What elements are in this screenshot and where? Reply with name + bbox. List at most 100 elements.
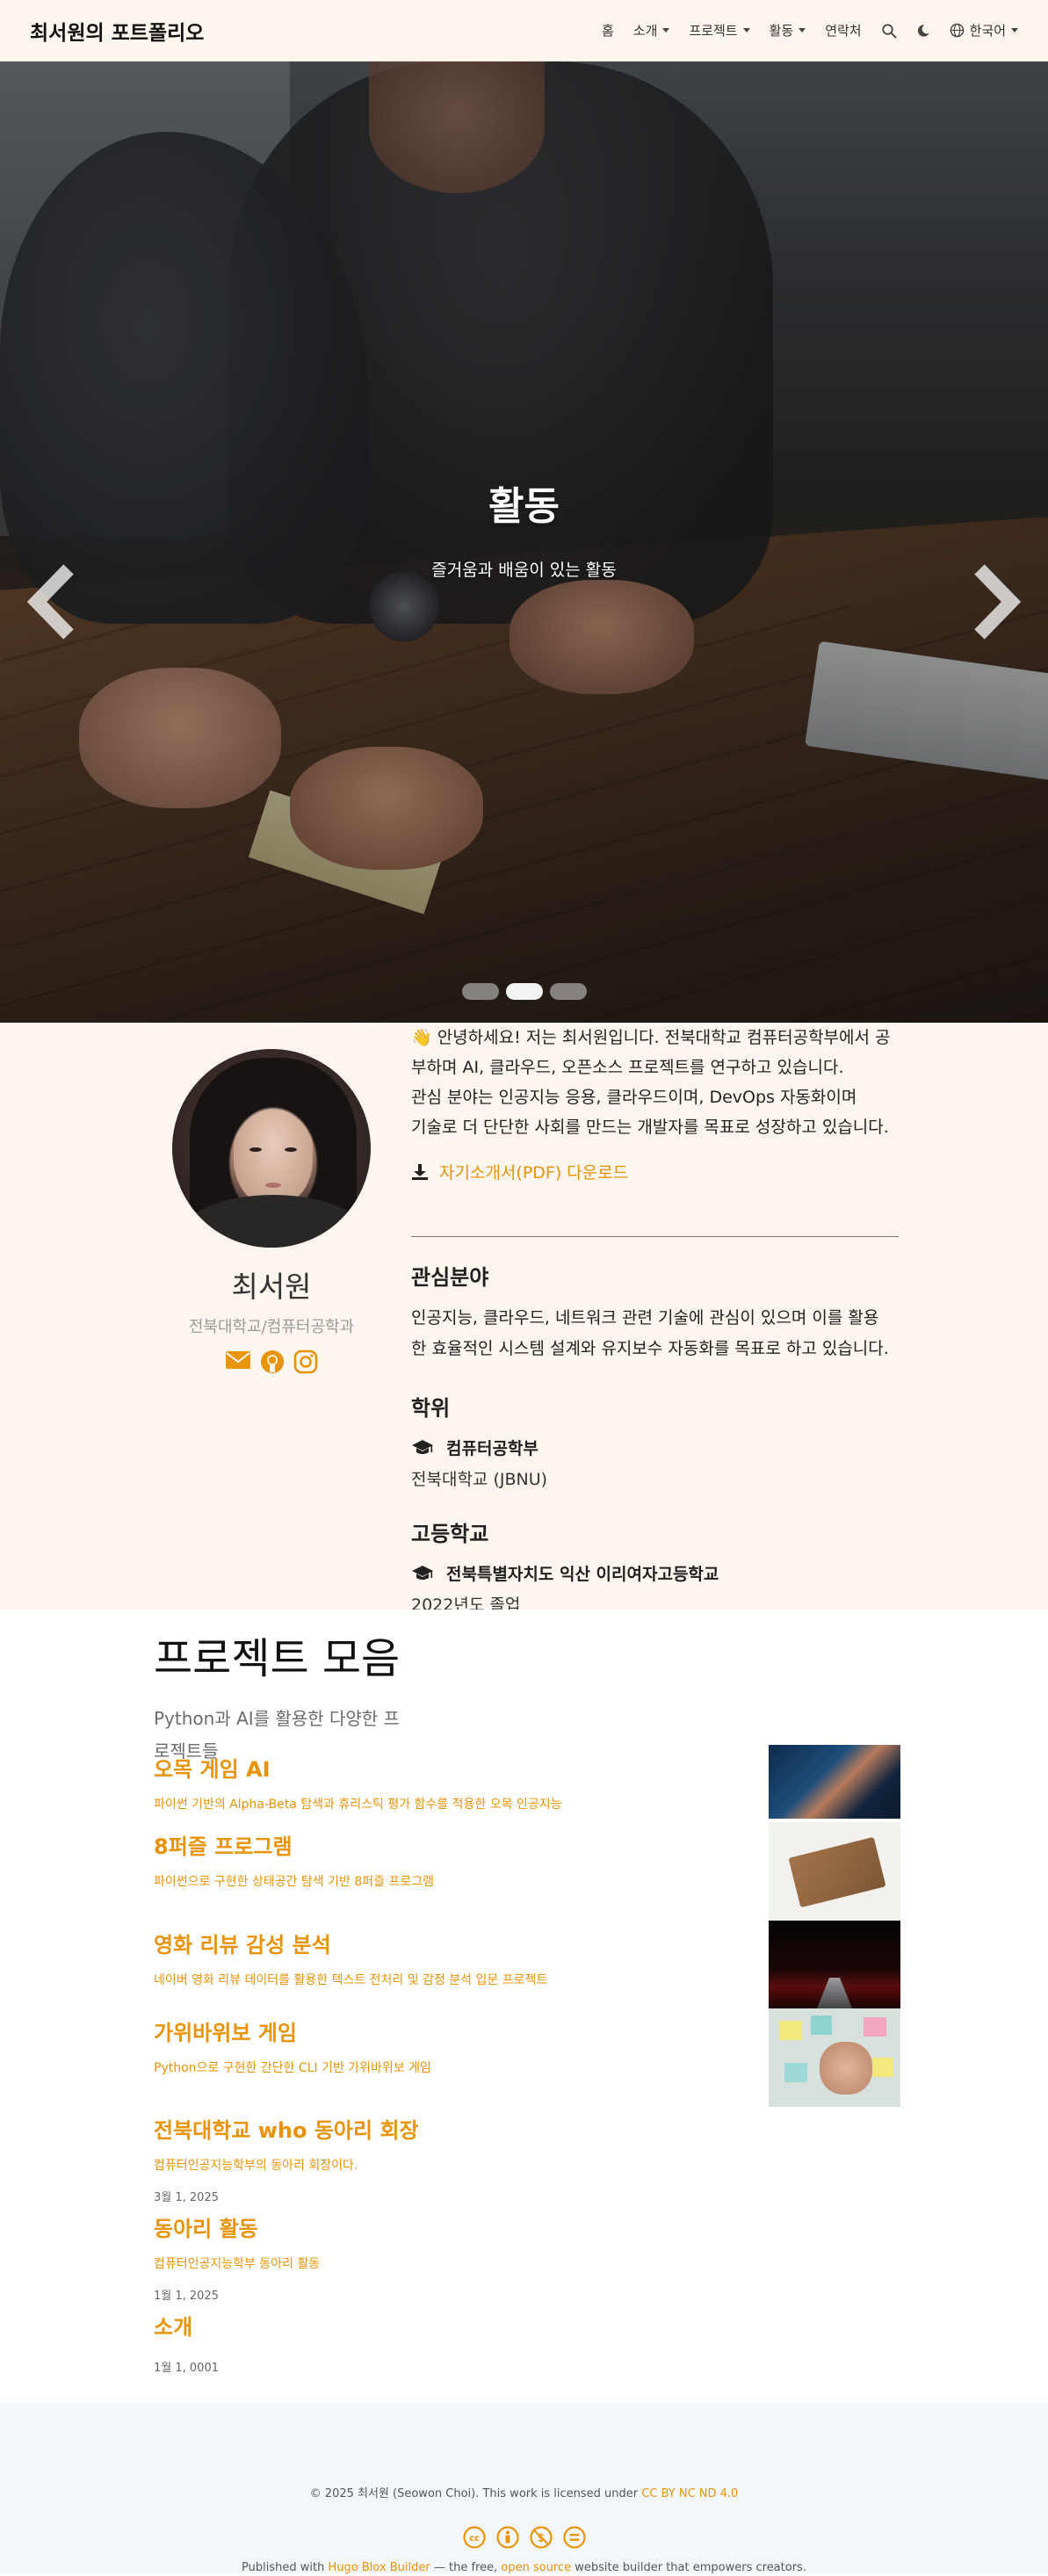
project-title-link[interactable]: 영화 리뷰 감성 분석 xyxy=(154,1933,331,1957)
nav-item-label: 홈 xyxy=(601,23,614,39)
avatar xyxy=(172,1049,371,1248)
builder-link[interactable]: Hugo Blox Builder xyxy=(328,2561,430,2574)
project-title-link[interactable]: 8퍼즐 프로그램 xyxy=(154,1834,293,1859)
carousel-indicator-3[interactable] xyxy=(549,983,587,1000)
powered-mid: — the free, xyxy=(433,2561,498,2574)
instagram-icon[interactable] xyxy=(293,1350,318,1374)
moon-icon[interactable] xyxy=(916,24,930,38)
nav-item-home[interactable]: 홈 xyxy=(602,21,614,40)
bio: 👋 안녕하세요! 저는 최서원입니다. 전북대학교 컴퓨터공학부에서 공 부하며… xyxy=(411,1023,899,1142)
highschool-item: 전북특별자치도 익산 이리여자고등학교 2022년도 졸업 xyxy=(411,1561,899,1616)
post-summary: 컴퓨터인공지능학부 동아리 활동 xyxy=(154,2257,321,2271)
nd-icon[interactable] xyxy=(562,2526,586,2552)
bio-line: 부하며 AI, 클라우드, 오픈소스 프로젝트를 연구하고 있습니다. xyxy=(411,1058,844,1077)
post-title-link[interactable]: 소개 xyxy=(154,2315,192,2340)
search-icon[interactable] xyxy=(881,23,897,39)
post-title-link[interactable]: 전북대학교 who 동아리 회장 xyxy=(154,2118,419,2143)
hero-subtitle: 즐거움과 배움이 있는 활동 xyxy=(431,561,617,580)
license-link[interactable]: CC BY NC ND 4.0 xyxy=(641,2487,738,2500)
nav-item-contact[interactable]: 연락처 xyxy=(825,21,861,40)
footer: © 2025 최서원 (Seowon Choi). This work is l… xyxy=(0,2403,1048,2574)
nav-item-label: 프로젝트 xyxy=(689,23,738,39)
project-thumbnail[interactable] xyxy=(769,1921,900,2008)
profile-card: 최서원 전북대학교/컴퓨터공학과 xyxy=(170,1049,373,1374)
hero-caption: 활동 즐거움과 배움이 있는 활동 xyxy=(0,474,1048,581)
project-card: 영화 리뷰 감성 분석 네이버 영화 리뷰 데이터를 활용한 텍스트 전처리 및… xyxy=(154,1921,900,2008)
bio-line: 기술로 더 단단한 사회를 만드는 개발자를 목표로 성장하고 있습니다. xyxy=(411,1118,889,1137)
nav-item-label: 활동 xyxy=(769,23,794,39)
carousel-indicators xyxy=(0,983,1048,1000)
about-content: 👋 안녕하세요! 저는 최서원입니다. 전북대학교 컴퓨터공학부에서 공 부하며… xyxy=(411,1023,899,1616)
chevron-right-icon xyxy=(974,564,1022,640)
copyright: © 2025 최서원 (Seowon Choi). This work is l… xyxy=(0,2484,1048,2500)
powered-by: Published with Hugo Blox Builder — the f… xyxy=(0,2561,1048,2574)
carousel-next-button[interactable] xyxy=(969,562,1022,641)
department-text: 컴퓨터공학과 xyxy=(266,1318,355,1336)
graduation-cap-icon xyxy=(412,1565,433,1580)
open-source-link[interactable]: open source xyxy=(501,2561,571,2574)
hero-title: 활동 xyxy=(488,484,560,529)
highschool-name: 전북특별자치도 익산 이리여자고등학교 xyxy=(446,1565,719,1584)
chevron-left-icon xyxy=(26,564,74,640)
navbar: 최서원의 포트폴리오 홈 소개 프로젝트 활동 연락처 한국어 xyxy=(0,0,1048,62)
by-icon[interactable] xyxy=(495,2526,519,2552)
social-links xyxy=(170,1350,373,1374)
project-title-link[interactable]: 오목 게임 AI xyxy=(154,1757,271,1782)
project-thumbnail[interactable] xyxy=(769,1822,900,1921)
cc-icon[interactable]: cc xyxy=(462,2526,486,2552)
school-link[interactable]: 전북대학교 xyxy=(189,1318,262,1336)
download-cv-label: 자기소개서(PDF) 다운로드 xyxy=(439,1163,629,1183)
nav-item-about[interactable]: 소개 xyxy=(633,21,670,40)
svg-text:cc: cc xyxy=(469,2534,480,2543)
download-cv-link[interactable]: 자기소개서(PDF) 다운로드 xyxy=(411,1160,899,1183)
caret-down-icon xyxy=(742,28,750,33)
github-icon[interactable] xyxy=(260,1350,285,1374)
highschool-heading: 고등학교 xyxy=(411,1522,489,1546)
copyright-text: © 2025 최서원 (Seowon Choi). This work is l… xyxy=(309,2487,639,2500)
post-date: 1월 1, 2025 xyxy=(154,2290,219,2303)
carousel-indicator-2[interactable] xyxy=(505,983,543,1000)
project-card: 8퍼즐 프로그램 파이썬으로 구현한 상태공간 탐색 기반 8퍼즐 프로그램 xyxy=(154,1822,900,1921)
envelope-icon[interactable] xyxy=(225,1350,251,1374)
project-card: 가위바위보 게임 Python으로 구현한 간단한 CLI 기반 가위바위보 게… xyxy=(154,2008,900,2107)
nav-menu: 홈 소개 프로젝트 활동 연락처 한국어 xyxy=(602,21,1018,40)
nav-item-label: 소개 xyxy=(632,23,658,39)
globe-icon xyxy=(950,23,965,38)
post-summary: 컴퓨터인공지능학부의 동아리 회장이다. xyxy=(154,2159,358,2173)
degree-text: 컴퓨터공학부 xyxy=(446,1439,538,1458)
institution-text: 전북대학교 (JBNU) xyxy=(411,1470,548,1489)
caret-down-icon xyxy=(799,28,806,33)
carousel-indicator-1[interactable] xyxy=(461,983,499,1000)
language-selector[interactable]: 한국어 xyxy=(950,21,1018,40)
brand-link[interactable]: 최서원의 포트폴리오 xyxy=(30,16,204,46)
interests-line: 한 효율적인 시스템 설계와 유지보수 자동화를 목표로 하고 있습니다. xyxy=(411,1339,889,1358)
project-title-link[interactable]: 가위바위보 게임 xyxy=(154,2021,297,2045)
nc-icon[interactable]: $ xyxy=(529,2526,553,2552)
project-thumbnail[interactable] xyxy=(769,1745,900,1819)
education-heading: 학위 xyxy=(411,1396,451,1421)
interests-text: 인공지능, 클라우드, 네트워크 관련 기술에 관심이 있으며 이를 활용 한 … xyxy=(411,1303,899,1364)
about-section: 최서원 전북대학교/컴퓨터공학과 👋 안녕하세요! 저는 최서원입니다. 전북대… xyxy=(0,1023,1048,1615)
download-icon xyxy=(412,1163,428,1180)
post-card: 동아리 활동 컴퓨터인공지능학부 동아리 활동 1월 1, 2025 xyxy=(154,2211,900,2303)
post-date: 1월 1, 0001 xyxy=(154,2362,219,2375)
profile-affiliation: 전북대학교/컴퓨터공학과 xyxy=(170,1314,373,1337)
caret-down-icon xyxy=(662,28,670,33)
language-label: 한국어 xyxy=(969,23,1006,39)
carousel-prev-button[interactable] xyxy=(26,562,79,641)
project-card: 오목 게임 AI 파이썬 기반의 Alpha-Beta 탐색과 휴리스틱 평가 … xyxy=(154,1745,900,1819)
projects-title: 프로젝트 모음 xyxy=(154,1634,401,1683)
nav-item-label: 연락처 xyxy=(825,23,862,39)
divider xyxy=(411,1236,899,1237)
post-card: 전북대학교 who 동아리 회장 컴퓨터인공지능학부의 동아리 회장이다. 3월… xyxy=(154,2113,900,2204)
nav-item-projects[interactable]: 프로젝트 xyxy=(689,21,750,40)
profile-name: 최서원 xyxy=(231,1270,312,1304)
projects-section: 프로젝트 모음 Python과 AI를 활용한 다양한 프로젝트들 오목 게임 … xyxy=(0,1610,1048,2403)
project-thumbnail[interactable] xyxy=(769,2008,900,2107)
post-title-link[interactable]: 동아리 활동 xyxy=(154,2217,258,2241)
post-card: 소개 1월 1, 0001 xyxy=(154,2310,900,2375)
nav-item-activities[interactable]: 활동 xyxy=(770,21,806,40)
caret-down-icon xyxy=(1011,28,1018,33)
hero-carousel: 활동 즐거움과 배움이 있는 활동 xyxy=(0,62,1048,1023)
projects-header: 프로젝트 모음 Python과 AI를 활용한 다양한 프로젝트들 xyxy=(154,1624,400,1768)
